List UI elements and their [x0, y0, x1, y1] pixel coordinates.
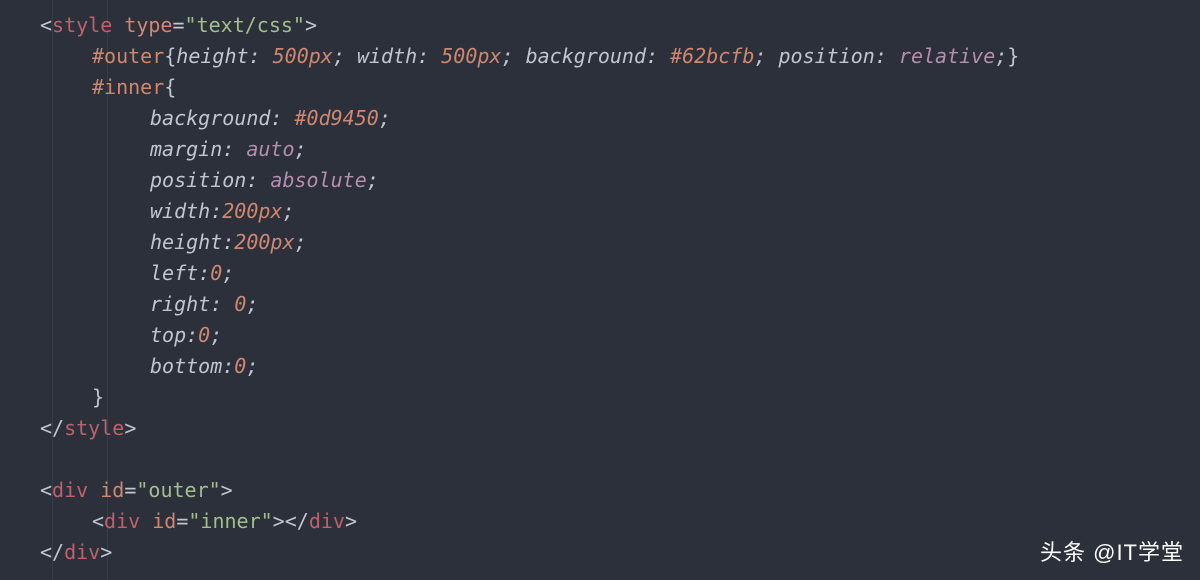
tag-name: style	[64, 416, 124, 440]
css-value: 0	[210, 261, 222, 285]
css-value: 0	[234, 292, 246, 316]
css-value: 500px	[273, 44, 333, 68]
tag-name: div	[52, 478, 88, 502]
attr-value: inner	[200, 509, 260, 533]
css-prop: background	[526, 44, 646, 68]
code-line: <div id="outer">	[0, 475, 1200, 506]
angle-bracket: <	[40, 13, 52, 37]
code-line: background: #0d9450;	[0, 103, 1200, 134]
code-line: height:200px;	[0, 227, 1200, 258]
css-selector: #outer	[92, 44, 164, 68]
tag-name: div	[104, 509, 140, 533]
css-value: relative	[899, 44, 995, 68]
code-line: left:0;	[0, 258, 1200, 289]
css-prop: height	[150, 230, 222, 254]
code-line-blank	[0, 444, 1200, 475]
css-value: 500px	[441, 44, 501, 68]
css-value: absolute	[270, 168, 366, 192]
css-prop: height	[176, 44, 248, 68]
code-line: position: absolute;	[0, 165, 1200, 196]
css-prop: top	[150, 323, 186, 347]
css-value: #0d9450	[295, 106, 379, 130]
code-line: <style type="text/css">	[0, 10, 1200, 41]
code-line: <div id="inner"></div>	[0, 506, 1200, 537]
css-prop: position	[778, 44, 874, 68]
code-line: </div>	[0, 537, 1200, 568]
css-prop: margin	[150, 137, 222, 161]
css-selector: #inner	[92, 75, 164, 99]
css-prop: background	[150, 106, 270, 130]
css-value: 0	[198, 323, 210, 347]
attr-name: type	[124, 13, 172, 37]
attr-name: id	[152, 509, 176, 533]
attr-name: id	[100, 478, 124, 502]
code-line: width:200px;	[0, 196, 1200, 227]
css-prop: left	[150, 261, 198, 285]
code-line: </style>	[0, 413, 1200, 444]
css-prop: position	[150, 168, 246, 192]
code-line: top:0;	[0, 320, 1200, 351]
css-prop: bottom	[150, 354, 222, 378]
watermark: 头条 @IT学堂	[1040, 536, 1184, 570]
code-line: right: 0;	[0, 289, 1200, 320]
code-line: margin: auto;	[0, 134, 1200, 165]
css-value: 200px	[222, 199, 282, 223]
css-prop: right	[150, 292, 210, 316]
attr-value: text/css	[197, 13, 293, 37]
code-line: bottom:0;	[0, 351, 1200, 382]
tag-name: div	[309, 509, 345, 533]
css-value: auto	[246, 137, 294, 161]
code-line: }	[0, 382, 1200, 413]
attr-value: outer	[148, 478, 208, 502]
code-line: #outer{height: 500px; width: 500px; back…	[0, 41, 1200, 72]
tag-name: div	[64, 540, 100, 564]
css-prop: width	[357, 44, 417, 68]
css-prop: width	[150, 199, 210, 223]
css-value: 200px	[234, 230, 294, 254]
tag-name: style	[52, 13, 112, 37]
code-line: #inner{	[0, 72, 1200, 103]
css-value: 0	[234, 354, 246, 378]
code-block: <style type="text/css"> #outer{height: 5…	[0, 0, 1200, 568]
css-value: #62bcfb	[670, 44, 754, 68]
